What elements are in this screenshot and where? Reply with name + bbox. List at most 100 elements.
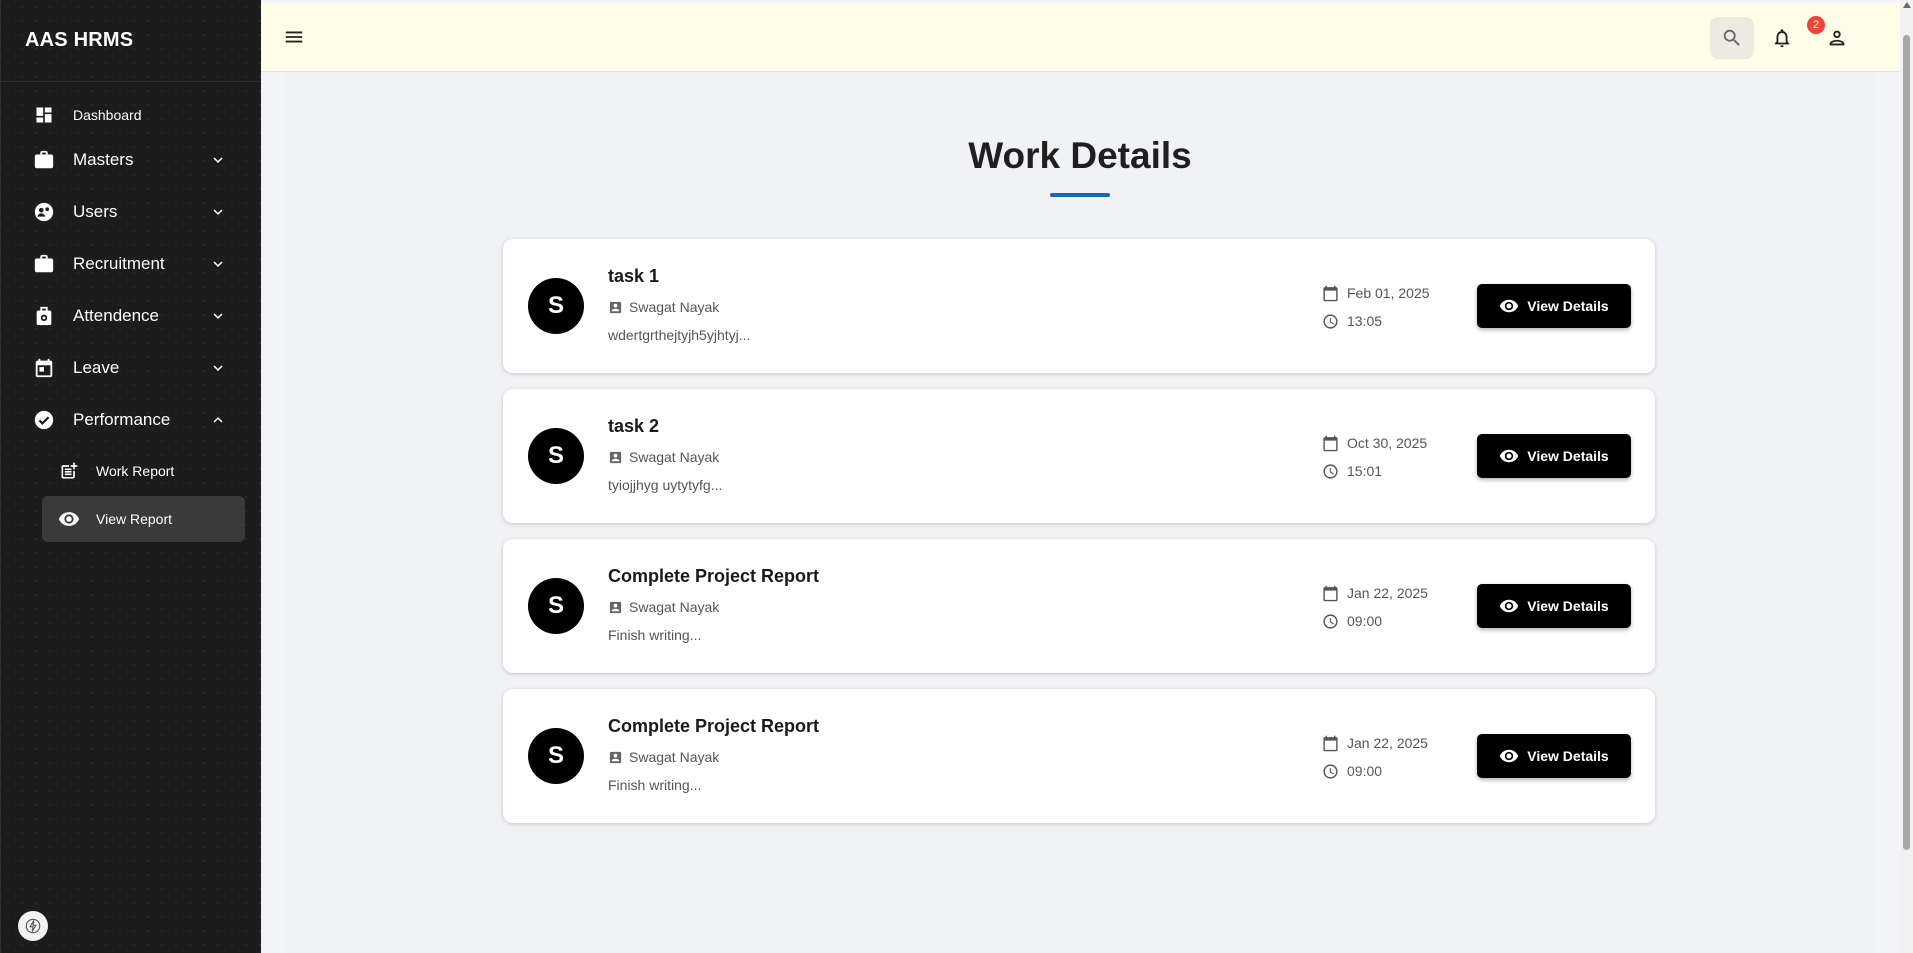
sidebar-nav: Dashboard Masters Users Recruitment Atte… (1, 82, 261, 542)
topbar: 2 (261, 3, 1900, 72)
sidebar-item-leave[interactable]: Leave (1, 342, 261, 394)
work-date-text: Jan 22, 2025 (1347, 735, 1428, 751)
sidebar-item-label: Masters (73, 150, 134, 169)
eye-icon (58, 508, 80, 530)
work-time-text: 13:05 (1347, 313, 1383, 329)
assignee: Swagat Nayak (608, 599, 719, 615)
avatar: S (528, 578, 584, 634)
users-icon (33, 201, 55, 223)
search-button[interactable] (1710, 17, 1754, 59)
view-details-label: View Details (1527, 598, 1609, 614)
work-date: Jan 22, 2025 (1321, 584, 1428, 602)
menu-icon[interactable] (281, 24, 307, 50)
assignee-name: Swagat Nayak (629, 449, 720, 465)
sidebar-item-label: Attendence (73, 306, 160, 325)
eye-icon (1499, 446, 1519, 466)
avatar: S (528, 728, 584, 784)
contact-badge-icon (608, 749, 624, 765)
person-icon (1826, 27, 1848, 49)
sidebar-item-label: Recruitment (73, 254, 165, 273)
avatar: S (528, 278, 584, 334)
view-details-button[interactable]: View Details (1477, 584, 1631, 628)
chevron-down-icon (209, 255, 227, 273)
chevron-down-icon (209, 151, 227, 169)
work-date-text: Feb 01, 2025 (1347, 285, 1430, 301)
bell-icon (1771, 27, 1793, 49)
sidebar-item-label: Leave (73, 358, 120, 377)
sidebar-subitem-view-report[interactable]: View Report (42, 496, 245, 542)
sidebar-item-masters[interactable]: Masters (1, 134, 261, 186)
page-title: Work Details (968, 135, 1192, 176)
sidebar-item-label: Users (73, 202, 118, 221)
work-time: 09:00 (1321, 762, 1382, 780)
eye-icon (1499, 746, 1519, 766)
sidebar-subitem-work-report[interactable]: Work Report (42, 448, 245, 494)
work-time-text: 09:00 (1347, 613, 1383, 629)
work-title: Complete Project Report (608, 716, 820, 736)
calendar-icon (1321, 734, 1339, 752)
post-add-icon (58, 460, 80, 482)
account-button[interactable] (1822, 23, 1852, 53)
work-time-text: 15:01 (1347, 463, 1383, 479)
chevron-down-icon (209, 307, 227, 325)
view-details-button[interactable]: View Details (1477, 284, 1631, 328)
scrollbar-thumb[interactable] (1903, 35, 1910, 850)
work-date-text: Oct 30, 2025 (1347, 435, 1428, 451)
work-description: Finish writing... (608, 627, 702, 643)
view-details-label: View Details (1527, 448, 1609, 464)
clock-icon (1321, 612, 1339, 630)
notifications-button[interactable] (1767, 23, 1797, 53)
briefcase-icon (33, 253, 55, 275)
chevron-up-icon (209, 411, 227, 429)
sidebar: AAS HRMS Dashboard Masters Users Recruit… (0, 0, 261, 953)
assignee-name: Swagat Nayak (629, 599, 720, 615)
calendar-icon (1321, 584, 1339, 602)
dashboard-icon (33, 104, 55, 126)
work-date: Oct 30, 2025 (1321, 434, 1427, 452)
work-title: task 1 (608, 266, 660, 286)
vertical-scrollbar[interactable] (1900, 0, 1913, 953)
work-time-text: 09:00 (1347, 763, 1383, 779)
calendar-icon (1321, 434, 1339, 452)
eye-icon (1499, 596, 1519, 616)
contact-badge-icon (608, 449, 624, 465)
contact-badge-icon (608, 599, 624, 615)
search-icon (1721, 27, 1743, 49)
view-details-label: View Details (1527, 298, 1609, 314)
calendar-icon (1321, 284, 1339, 302)
sidebar-item-attendence[interactable]: Attendence (1, 290, 261, 342)
work-date: Jan 22, 2025 (1321, 734, 1428, 752)
bolt-icon[interactable] (18, 911, 48, 941)
sidebar-item-label: Performance (73, 410, 171, 429)
check-circle-icon (33, 409, 55, 431)
view-details-label: View Details (1527, 748, 1609, 764)
work-date-text: Jan 22, 2025 (1347, 585, 1428, 601)
sidebar-item-dashboard[interactable]: Dashboard (1, 96, 261, 134)
assignee: Swagat Nayak (608, 299, 719, 315)
sidebar-subitem-label: View Report (96, 511, 173, 527)
brand-title: AAS HRMS (1, 0, 261, 82)
view-details-button[interactable]: View Details (1477, 434, 1631, 478)
sidebar-item-recruitment[interactable]: Recruitment (1, 238, 261, 290)
avatar: S (528, 428, 584, 484)
view-details-button[interactable]: View Details (1477, 734, 1631, 778)
chevron-down-icon (209, 359, 227, 377)
clock-icon (1321, 312, 1339, 330)
work-time: 09:00 (1321, 612, 1382, 630)
scroll-up-arrow-icon[interactable] (1903, 2, 1911, 8)
work-description: tyiojjhyg uytytyfg... (608, 477, 723, 493)
chevron-down-icon (209, 203, 227, 221)
title-underline (1050, 193, 1110, 197)
assignee: Swagat Nayak (608, 449, 719, 465)
sidebar-item-users[interactable]: Users (1, 186, 261, 238)
work-card: S Complete Project Report Swagat Nayak F… (503, 539, 1655, 673)
calendar-icon (33, 357, 55, 379)
assignee-name: Swagat Nayak (629, 299, 720, 315)
clock-icon (1321, 762, 1339, 780)
work-card: S task 2 Swagat Nayak tyiojjhyg uytytyfg… (503, 389, 1655, 523)
work-title: task 2 (608, 416, 660, 436)
sidebar-item-performance[interactable]: Performance (1, 394, 261, 446)
sidebar-item-label: Dashboard (73, 107, 142, 123)
clock-icon (1321, 462, 1339, 480)
work-date: Feb 01, 2025 (1321, 284, 1430, 302)
